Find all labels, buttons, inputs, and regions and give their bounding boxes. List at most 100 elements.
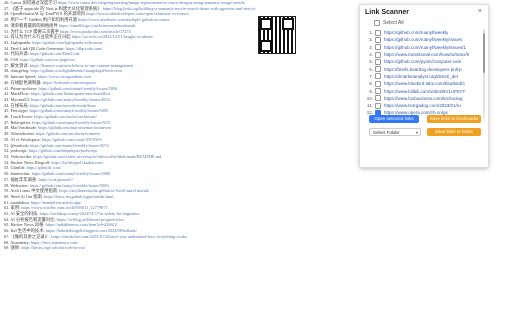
page-list-link[interactable]: https://github.com/macvim/macvim/mvim (38, 125, 111, 130)
link-number: 4. (369, 52, 373, 58)
link-item[interactable]: 7. https://dmarketanalyst.org/direct/_del (366, 73, 482, 80)
link-item[interactable]: 6. https://briefs.beartlog.developers-pul… (366, 65, 482, 73)
link-item[interactable]: 3. https://github.com/ruanyf/weekly/issue… (366, 44, 482, 51)
link-checkbox[interactable] (375, 66, 381, 73)
link-checkbox[interactable] (375, 44, 381, 51)
page-list-text: podscript: (10, 148, 28, 154)
page-list-link[interactable]: https://github.com/ruanyf/weekly/issues/… (29, 108, 108, 113)
page-list-link[interactable]: https://blog.kosk.org/building-a-semanti… (103, 6, 257, 11)
link-url[interactable]: https://www.bilibili.com/video/BV1UP8YT (384, 89, 482, 94)
page-list-number: 45. (4, 108, 10, 114)
page-list-link[interactable]: https://github.com/tools/touchtower/ (34, 114, 97, 119)
link-item[interactable]: 5. https://github.com/pytim/computer-usin (366, 58, 482, 65)
page-list-link[interactable]: https://www.tulurdevelopers.com/open-rel… (86, 11, 189, 16)
link-url[interactable]: https://www.bluebird-labs.com/bluebird/C (384, 81, 482, 86)
scroll-thumb[interactable] (483, 33, 485, 73)
page-list-link[interactable]: https://basic.mygithub/ajgm/needai.html (44, 194, 113, 199)
page-list-link[interactable]: https://tuchtbop.com/p/2024/01/17/ai-saf… (40, 211, 140, 216)
link-item[interactable]: 4. https://www.transitional.com/how/to/tr… (366, 51, 482, 58)
save-to-bookmarks-button[interactable]: Save links to bookmarks (427, 115, 481, 123)
link-item[interactable]: 1. https://github.com/ruanyf/weekly (366, 29, 482, 36)
save-to-folder-button[interactable]: Save links to folder (427, 128, 481, 136)
link-number: 11. (367, 103, 373, 109)
link-checkbox[interactable] (375, 95, 381, 102)
page-list-link[interactable]: https://github.com/DealCode (30, 51, 80, 56)
popup-title: Link Scanner (365, 9, 409, 16)
page-list-link[interactable]: https://nabiblenews.com/item?id=426612 (46, 222, 117, 227)
page-list-text: 用户一个 GitHub 用户如何利用开源 (10, 17, 78, 23)
page-list-link[interactable]: https://aimelblogs.com/kinesonotebookmar… (59, 23, 136, 28)
link-item[interactable]: 8. https://www.bluebird-labs.com/bluebird… (366, 80, 482, 87)
link-checkbox[interactable] (375, 51, 381, 58)
page-list-link[interactable]: https://bestu.org/code/ast/web-in-css/ (21, 245, 85, 250)
page-list-link[interactable]: https://haberlaborgeb.blogpost.com/2023/… (46, 228, 137, 233)
page-list-link[interactable]: https://www.virusgradient.com (38, 74, 91, 79)
page-list-number: 36. (4, 57, 10, 63)
page-list-text: Glimlift: (10, 165, 26, 171)
select-all-row[interactable]: Select All (374, 20, 404, 26)
link-checkbox[interactable] (375, 102, 381, 109)
link-list-scrollbar[interactable] (483, 29, 485, 118)
page-list-link[interactable]: https://github.com/mozyde/mode/bout (30, 103, 96, 108)
link-checkbox[interactable] (375, 58, 381, 65)
link-url[interactable]: https://www.tsorgadog.com/2023/01/ru (384, 103, 482, 108)
page-list-link[interactable]: https://www.pinkwobt.com/article/17274 (60, 29, 131, 34)
page-list-link[interactable]: https://dlqrcode.com/ (66, 46, 103, 51)
link-url[interactable]: https://briefs.beartlog.developers-pull-… (384, 67, 482, 72)
link-url[interactable]: https://www.transitional.com/how/to/tran… (384, 52, 482, 57)
link-url[interactable]: https://github.com/ruanyf/weekly/issues/… (384, 45, 482, 50)
page-list-link[interactable]: https://www.canva.dev/blog/engineering/i… (58, 0, 245, 5)
page-list-link[interactable]: https://finance.com/article/how-to-use-c… (30, 63, 133, 68)
page-list-link[interactable]: https://freeunits.com/nextpoint (43, 80, 96, 85)
page-list-link[interactable]: https://github.com/crsnit/AIVSWS (42, 137, 102, 142)
link-item[interactable]: 9. https://www.bilibili.com/video/BV1UP8Y… (366, 87, 482, 95)
link-item[interactable]: 11. https://www.tsorgadog.com/2023/01/ru (366, 102, 482, 109)
page-list-link[interactable]: https://s.ai/ground/? (39, 177, 73, 182)
folder-select[interactable]: Select Folder ▾ (369, 128, 421, 136)
link-url[interactable]: https://github.com/ruanyf/weekly (384, 30, 482, 35)
page-list-link[interactable]: https://github.com/ruanyf/weekly/issues/… (31, 97, 110, 102)
link-item[interactable]: 10. https://www.foxbusiness.com/technolog (366, 95, 482, 102)
link-item[interactable]: 2. https://github.com/ruanyf/weekly/issue… (366, 36, 482, 43)
link-checkbox[interactable] (375, 29, 381, 36)
page-list-number: 59. (4, 188, 10, 194)
open-selected-links-button[interactable]: Open selected links (369, 115, 419, 123)
page-list-link[interactable]: https://www.aiwebsite.com/multiple-githu… (78, 17, 169, 22)
page-list-link[interactable]: https://github.com/ruanyf/weekly/issues/… (39, 86, 118, 91)
page-list-link[interactable]: https://github.com/video-ai-research/vid… (33, 154, 161, 159)
page-list-link[interactable]: https://github.com/css-page/css/ (20, 57, 75, 62)
page-list-link[interactable]: https://mandalion.netlify.app/ (31, 200, 82, 205)
page-list-link[interactable]: https://github.com/deepakjois/podscript (29, 148, 97, 153)
page-list-text: #runtextim: (10, 171, 31, 177)
page-list-link[interactable]: https://glimlift.com/ (27, 165, 62, 170)
select-all-checkbox[interactable] (374, 20, 380, 26)
page-list-link[interactable]: https://ux-tech.cn/2023/12/01/bought-a-c… (72, 34, 153, 39)
link-checkbox[interactable] (375, 88, 381, 95)
page-list-link[interactable]: https://www.xiaohw.com.cn/df/S05011_1277… (21, 205, 107, 210)
page-list-text: Lightpanda: (10, 39, 32, 45)
page-list-link[interactable]: https://github.com/ruanyf/weekly/issues/… (32, 171, 111, 176)
page-list-link[interactable]: https://github.com/ruanyf/weekly/issues/… (30, 183, 109, 188)
page-list-link[interactable]: https://github.com/fluentupnter/rum/mark… (31, 91, 111, 96)
link-url[interactable]: https://dmarketanalyst.org/direct/_del (384, 74, 482, 79)
page-list-link[interactable]: https://ai-blog.ai/dfferent-prognet/tt/t… (57, 217, 124, 222)
page-list-link[interactable]: https://docs.atuemetry.com/ (31, 240, 78, 245)
page-list-link[interactable]: https://github.com/ruanyf/weekly/issues/… (30, 143, 109, 148)
page-list-link[interactable]: https://github.com/ruanyf/weekly/issues/… (32, 120, 111, 125)
page-list-number: 43. (4, 96, 10, 102)
page-list-text: 速修: (10, 245, 21, 251)
page-list-link[interactable]: https://github.com/lightpanda-io/browser (32, 40, 103, 45)
page-list-link[interactable]: https://archlinuxstudio.github.io/ArchLi… (59, 188, 149, 193)
link-checkbox[interactable] (375, 36, 381, 43)
close-icon[interactable]: × (478, 8, 482, 15)
page-list-link[interactable]: https://github.com/lightblueuk/changelog… (30, 68, 121, 73)
page-list-link[interactable]: https://github.com/smokwin/tcimrest/ (36, 131, 101, 136)
page-list-number: 30. (4, 22, 10, 28)
link-url[interactable]: https://github.com/pytim/computer-usin (384, 59, 482, 64)
link-checkbox[interactable] (375, 73, 381, 80)
link-url[interactable]: https://github.com/ruanyf/weekly/issues (384, 37, 482, 42)
link-checkbox[interactable] (375, 80, 381, 87)
page-list-link[interactable]: https://meckcher.com/2023/10/22/once-you… (51, 234, 187, 239)
page-list-link[interactable]: https://hn-blogroll.kadoa.com/ (51, 160, 103, 165)
link-url[interactable]: https://www.foxbusiness.com/technolog (384, 96, 482, 101)
